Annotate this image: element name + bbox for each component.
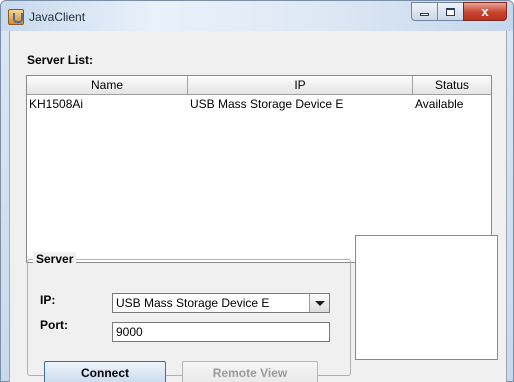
- row-status-cell: Available: [415, 97, 464, 111]
- remote-view-button: Remote View: [182, 361, 318, 382]
- ip-select[interactable]: USB Mass Storage Device E: [112, 293, 330, 313]
- window-title: JavaClient: [29, 10, 86, 24]
- column-header-status[interactable]: Status: [413, 76, 491, 95]
- ip-select-value: USB Mass Storage Device E: [116, 296, 270, 310]
- port-input[interactable]: [112, 322, 330, 342]
- column-header-name[interactable]: Name: [27, 76, 188, 95]
- server-list-label: Server List:: [27, 53, 94, 67]
- port-label: Port:: [40, 318, 68, 332]
- server-group: Server IP: USB Mass Storage Device E Por…: [27, 252, 351, 382]
- column-header-ip[interactable]: IP: [188, 76, 413, 95]
- close-icon: x: [481, 4, 489, 19]
- server-group-legend: Server: [33, 252, 77, 266]
- close-button[interactable]: x: [463, 2, 507, 21]
- app-window: JavaClient x Server List: Name IP Status…: [0, 0, 514, 382]
- maximize-button[interactable]: [437, 2, 463, 21]
- title-bar[interactable]: JavaClient x: [1, 1, 513, 31]
- dropdown-arrow-icon[interactable]: [309, 294, 329, 312]
- table-row[interactable]: KH1508Ai USB Mass Storage Device E Avail…: [27, 96, 491, 112]
- minimize-icon: [420, 13, 429, 16]
- java-app-icon: [8, 9, 24, 25]
- ip-label: IP:: [40, 293, 56, 307]
- preview-panel: [355, 235, 498, 360]
- row-name-cell: KH1508Ai: [29, 97, 84, 111]
- connect-button[interactable]: Connect: [44, 361, 166, 382]
- table-header: Name IP Status: [27, 76, 491, 95]
- caption-buttons: x: [411, 2, 507, 21]
- row-ip-cell: USB Mass Storage Device E: [190, 97, 344, 111]
- maximize-icon: [446, 7, 455, 16]
- client-area: Server List: Name IP Status KH1508Ai USB…: [9, 31, 507, 382]
- minimize-button[interactable]: [411, 2, 437, 21]
